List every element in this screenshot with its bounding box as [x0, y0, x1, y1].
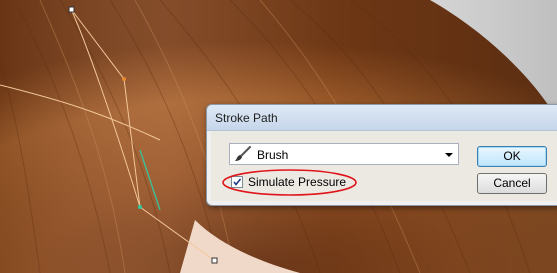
highlight-ellipse — [222, 169, 357, 196]
ok-button[interactable]: OK — [477, 146, 547, 167]
dialog-body: Brush Simulate Pressure OK Cancel — [211, 131, 557, 201]
tool-select[interactable]: Brush — [229, 143, 459, 165]
dialog-titlebar[interactable]: Stroke Path — [207, 105, 557, 131]
brush-icon — [235, 146, 251, 161]
tool-select-value: Brush — [257, 148, 289, 162]
chevron-down-icon[interactable] — [445, 153, 453, 157]
cancel-button[interactable]: Cancel — [477, 173, 547, 194]
stroke-path-dialog: Stroke Path Brush Simulate Pressure OK C… — [206, 104, 557, 206]
dialog-title: Stroke Path — [215, 111, 278, 125]
canvas-area[interactable]: Stroke Path Brush Simulate Pressure OK C… — [0, 0, 557, 273]
